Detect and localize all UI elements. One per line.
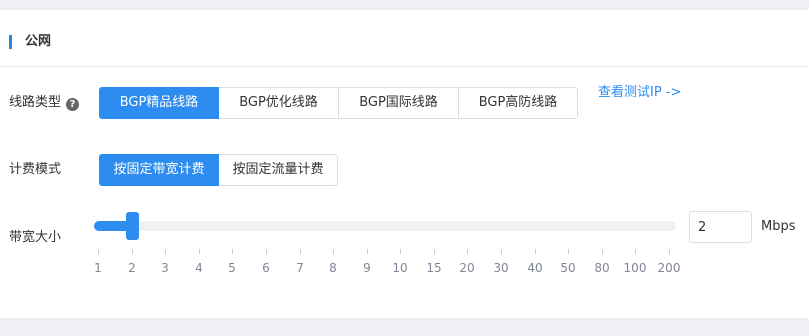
- bandwidth-unit: Mbps: [761, 219, 796, 234]
- view-test-ip-link[interactable]: 查看测试IP ->: [598, 84, 681, 102]
- slider-tick: [98, 249, 99, 254]
- slider-tick-label: 20: [459, 261, 475, 275]
- slider-tick-label: 6: [262, 261, 270, 275]
- slider-tick: [199, 249, 200, 254]
- bandwidth-slider-track[interactable]: [94, 221, 676, 231]
- line-type-option-bgp-international[interactable]: BGP国际线路: [338, 87, 459, 119]
- billing-option-fixed-traffic[interactable]: 按固定流量计费: [218, 154, 338, 186]
- slider-tick: [568, 249, 569, 254]
- slider-tick-label: 10: [392, 261, 408, 275]
- line-type-label: 线路类型: [9, 95, 62, 110]
- billing-option-fixed-bandwidth[interactable]: 按固定带宽计费: [99, 154, 219, 186]
- slider-tick: [300, 249, 301, 254]
- section-accent-bar: [9, 35, 12, 49]
- section-title: 公网: [25, 34, 52, 49]
- slider-tick-label: 2: [128, 261, 136, 275]
- slider-tick-label: 50: [560, 261, 576, 275]
- slider-tick-label: 30: [493, 261, 509, 275]
- bandwidth-label: 带宽大小: [9, 230, 62, 245]
- slider-tick-label: 3: [161, 261, 169, 275]
- slider-tick: [669, 249, 670, 254]
- slider-tick: [467, 249, 468, 254]
- slider-tick: [333, 249, 334, 254]
- question-circle-icon[interactable]: ?: [66, 98, 80, 111]
- slider-tick: [501, 249, 502, 254]
- slider-tick-label: 4: [195, 261, 203, 275]
- slider-tick: [602, 249, 603, 254]
- slider-tick: [535, 249, 536, 254]
- bandwidth-input[interactable]: [689, 211, 752, 243]
- slider-tick-label: 200: [657, 261, 681, 275]
- bandwidth-slider-handle[interactable]: [126, 212, 139, 240]
- slider-tick-label: 15: [426, 261, 442, 275]
- slider-tick: [635, 249, 636, 254]
- slider-tick-label: 9: [363, 261, 371, 275]
- line-type-option-bgp-optimized[interactable]: BGP优化线路: [218, 87, 339, 119]
- slider-tick-label: 8: [329, 261, 337, 275]
- section-header: 公网: [0, 10, 809, 67]
- billing-mode-group: 按固定带宽计费 按固定流量计费: [99, 154, 338, 186]
- slider-tick-label: 7: [296, 261, 304, 275]
- slider-tick-label: 40: [527, 261, 543, 275]
- line-type-option-bgp-premium[interactable]: BGP精品线路: [99, 87, 219, 119]
- slider-tick: [400, 249, 401, 254]
- line-type-option-bgp-ddos[interactable]: BGP高防线路: [458, 87, 578, 119]
- slider-tick-label: 80: [594, 261, 610, 275]
- slider-tick: [367, 249, 368, 254]
- slider-tick-label: 5: [228, 261, 236, 275]
- slider-tick: [165, 249, 166, 254]
- slider-tick: [266, 249, 267, 254]
- line-type-label-wrap: 线路类型?: [9, 94, 80, 112]
- slider-tick: [434, 249, 435, 254]
- billing-mode-label: 计费模式: [9, 162, 62, 177]
- slider-tick-label: 100: [623, 261, 647, 275]
- slider-tick: [232, 249, 233, 254]
- slider-tick-label: 1: [94, 261, 102, 275]
- line-type-group: BGP精品线路 BGP优化线路 BGP国际线路 BGP高防线路: [99, 87, 578, 119]
- slider-tick: [132, 249, 133, 254]
